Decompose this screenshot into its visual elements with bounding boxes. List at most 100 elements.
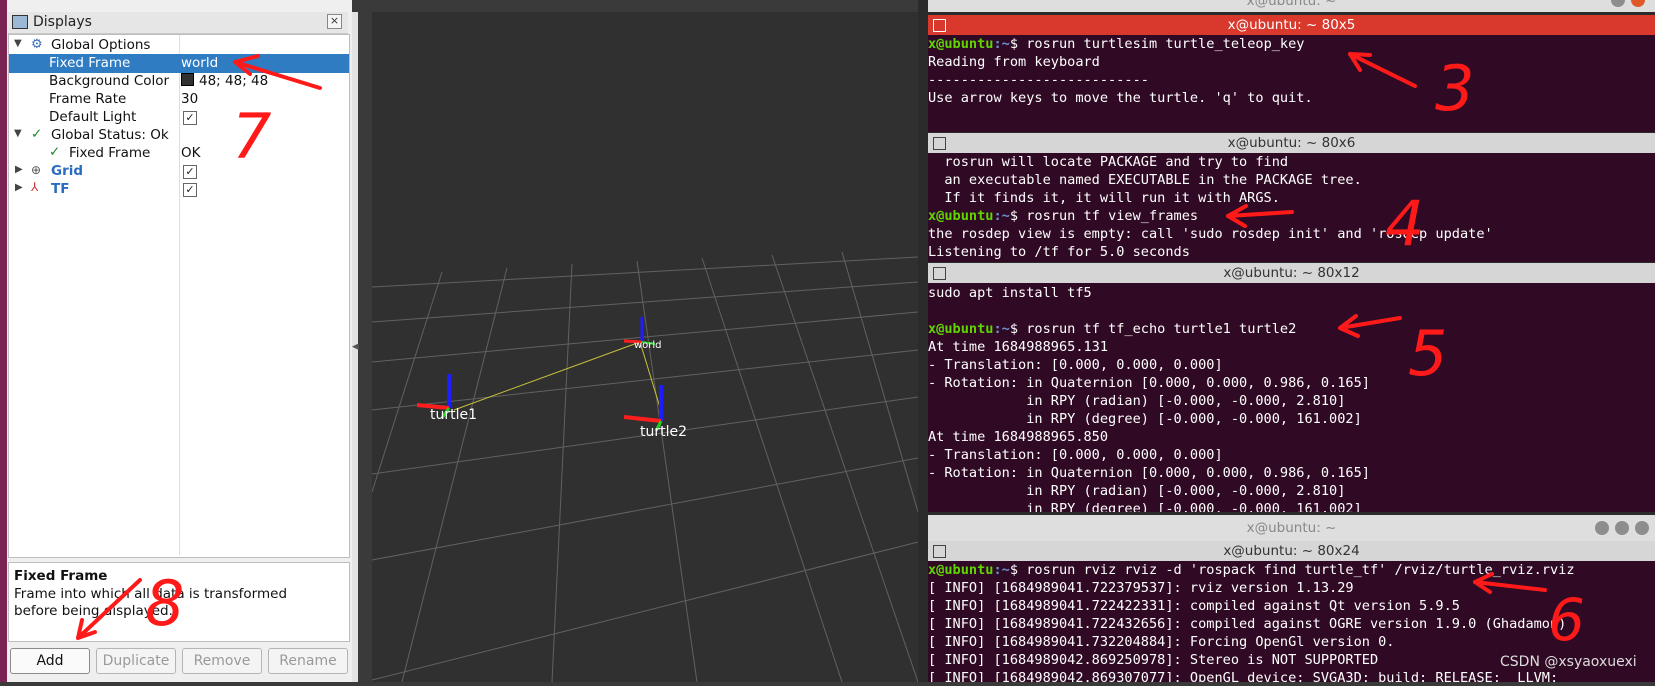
- duplicate-button[interactable]: Duplicate: [96, 648, 176, 674]
- tree-item-label: Fixed Frame: [69, 145, 151, 161]
- output-line: [ INFO] [1684989042.869250978]: Stereo i…: [928, 652, 1379, 668]
- remove-button[interactable]: Remove: [182, 648, 262, 674]
- prompt-path: :~: [993, 321, 1010, 337]
- terminal-4-title: x@ubuntu: ~ 80x24: [1223, 543, 1360, 559]
- output-line: [ INFO] [1684989041.722422331]: compiled…: [928, 598, 1460, 614]
- terminal-1-output: x@ubuntu:~$ rosrun turtlesim turtle_tele…: [928, 35, 1655, 107]
- displays-tree: ▼ ⚙ Global Options Fixed Frame world Bac…: [8, 34, 350, 558]
- grid-checkbox[interactable]: ✓: [183, 165, 197, 179]
- terminal-1-title: x@ubuntu: ~ 80x5: [1227, 17, 1356, 33]
- terminal-split-icon[interactable]: [933, 19, 946, 32]
- terminal-3-titlebar[interactable]: x@ubuntu: ~ 80x12: [928, 263, 1655, 283]
- terminal-split-icon[interactable]: [933, 267, 946, 280]
- rename-button[interactable]: Rename: [268, 648, 348, 674]
- command-text: $ rosrun turtlesim turtle_teleop_key: [1009, 36, 1305, 52]
- output-line: [ INFO] [1684989041.722379537]: rviz ver…: [928, 580, 1354, 596]
- terminal-window-2-titlebar[interactable]: x@ubuntu: ~: [928, 515, 1655, 541]
- output-line: [ INFO] [1684989042.869307077]: OpenGL d…: [928, 670, 1559, 682]
- help-description: Frame into which all data is transformed…: [14, 586, 288, 619]
- tree-item-grid[interactable]: ▶ ⊕ Grid ✓: [9, 162, 349, 181]
- command-text: $ rosrun tf tf_echo turtle1 turtle2: [1009, 321, 1297, 337]
- collapse-arrow-icon[interactable]: ◀: [352, 342, 359, 352]
- close-icon[interactable]: ×: [327, 14, 342, 29]
- output-line: an executable named EXECUTABLE in the PA…: [928, 172, 1362, 188]
- minimize-icon[interactable]: [1595, 521, 1609, 535]
- window-2-title: x@ubuntu: ~: [1246, 520, 1337, 536]
- terminal-split-icon[interactable]: [933, 137, 946, 150]
- rviz-3d-view[interactable]: world turtle1 turtle2: [371, 12, 919, 683]
- frame-label-world: world: [634, 340, 662, 351]
- tree-item-default-light[interactable]: Default Light ✓: [9, 108, 349, 127]
- tree-item-tf[interactable]: ▶ ⅄ TF ✓: [9, 180, 349, 199]
- tree-item-label: Global Options: [51, 37, 151, 53]
- maximize-icon[interactable]: [1615, 521, 1629, 535]
- close-icon[interactable]: [1631, 0, 1645, 7]
- watermark: CSDN @xsyaoxuexi: [1500, 654, 1637, 670]
- output-line: At time 1684988965.850: [928, 429, 1109, 445]
- window-title: x@ubuntu: ~: [1246, 0, 1337, 9]
- output-line: If it finds it, it will run it with ARGS…: [928, 190, 1280, 206]
- tree-item-label: Global Status: Ok: [51, 127, 169, 143]
- fixed-frame-value[interactable]: world: [181, 55, 218, 71]
- property-help-box: Fixed Frame Frame into which all data is…: [8, 562, 350, 642]
- chevron-down-icon[interactable]: ▼: [14, 128, 22, 139]
- default-light-checkbox[interactable]: ✓: [183, 111, 197, 125]
- terminal-2-output: rosrun will locate PACKAGE and try to fi…: [928, 153, 1655, 261]
- output-line: sudo apt install tf5: [928, 285, 1092, 301]
- close-icon[interactable]: [1635, 521, 1649, 535]
- add-button[interactable]: Add: [10, 648, 90, 674]
- output-line: - Translation: [0.000, 0.000, 0.000]: [928, 447, 1223, 463]
- terminal-pane-3[interactable]: x@ubuntu: ~ 80x12 sudo apt install tf5 x…: [928, 263, 1655, 512]
- output-line: Reading from keyboard: [928, 54, 1100, 70]
- output-line: Use arrow keys to move the turtle. 'q' t…: [928, 90, 1313, 106]
- tree-item-label: Grid: [51, 163, 84, 179]
- tree-item-frame-rate[interactable]: Frame Rate 30: [9, 90, 349, 109]
- help-title: Fixed Frame: [14, 568, 108, 584]
- tree-item-global-status[interactable]: ▼ ✓ Global Status: Ok: [9, 126, 349, 145]
- tree-item-label: Frame Rate: [49, 91, 127, 107]
- output-line: in RPY (radian) [-0.000, -0.000, 2.810]: [928, 393, 1346, 409]
- chevron-down-icon[interactable]: ▼: [14, 38, 22, 49]
- monitor-icon: [12, 15, 28, 29]
- terminal-split-icon[interactable]: [933, 545, 946, 558]
- chevron-right-icon[interactable]: ▶: [15, 182, 23, 193]
- minimize-icon[interactable]: [1611, 0, 1625, 7]
- tf-checkbox[interactable]: ✓: [183, 183, 197, 197]
- output-line: in RPY (degree) [-0.000, -0.000, 161.002…: [928, 411, 1362, 427]
- background-color-value[interactable]: 48; 48; 48: [181, 73, 268, 89]
- terminal-4-titlebar[interactable]: x@ubuntu: ~ 80x24: [928, 541, 1655, 561]
- prompt-user: x@ubuntu: [928, 321, 994, 337]
- terminal-1-titlebar[interactable]: x@ubuntu: ~ 80x5: [928, 15, 1655, 35]
- tree-item-label: Background Color: [49, 73, 170, 89]
- ok-check-icon: ✓: [31, 126, 43, 142]
- prompt-user: x@ubuntu: [928, 562, 994, 578]
- grid-icon: ⊕: [31, 163, 42, 177]
- frame-rate-value[interactable]: 30: [181, 91, 198, 107]
- tree-item-background-color[interactable]: Background Color 48; 48; 48: [9, 72, 349, 91]
- frame-label-turtle1: turtle1: [430, 407, 477, 423]
- gear-icon: ⚙: [31, 37, 43, 52]
- tree-item-label: TF: [51, 181, 70, 197]
- command-text: $ rosrun rviz rviz -d 'rospack find turt…: [1009, 562, 1575, 578]
- tree-item-label: Default Light: [49, 109, 137, 125]
- tf-axes-icon: ⅄: [31, 180, 39, 194]
- prompt-user: x@ubuntu: [928, 36, 994, 52]
- panel-splitter[interactable]: ◀: [352, 12, 359, 682]
- tree-item-global-options[interactable]: ▼ ⚙ Global Options: [9, 36, 349, 55]
- terminal-2-title: x@ubuntu: ~ 80x6: [1227, 135, 1356, 151]
- output-line: - Rotation: in Quaternion [0.000, 0.000,…: [928, 375, 1370, 391]
- terminal-3-title: x@ubuntu: ~ 80x12: [1223, 265, 1360, 281]
- output-line: Listening to /tf for 5.0 seconds: [928, 244, 1190, 260]
- tree-item-fixed-frame[interactable]: Fixed Frame world: [9, 54, 349, 73]
- tree-item-status-fixed-frame[interactable]: ✓ Fixed Frame OK: [9, 144, 349, 163]
- tree-item-label: Fixed Frame: [49, 55, 131, 71]
- prompt-path: :~: [993, 562, 1010, 578]
- terminal-pane-2[interactable]: x@ubuntu: ~ 80x6 rosrun will locate PACK…: [928, 133, 1655, 262]
- prompt-path: :~: [993, 208, 1010, 224]
- terminal-pane-1[interactable]: x@ubuntu: ~ 80x5 x@ubuntu:~$ rosrun turt…: [928, 15, 1655, 132]
- chevron-right-icon[interactable]: ▶: [15, 164, 23, 175]
- background-color-text: 48; 48; 48: [199, 73, 269, 89]
- terminal-window-titlebar[interactable]: x@ubuntu: ~: [928, 0, 1655, 12]
- status-value: OK: [181, 145, 201, 161]
- terminal-2-titlebar[interactable]: x@ubuntu: ~ 80x6: [928, 133, 1655, 153]
